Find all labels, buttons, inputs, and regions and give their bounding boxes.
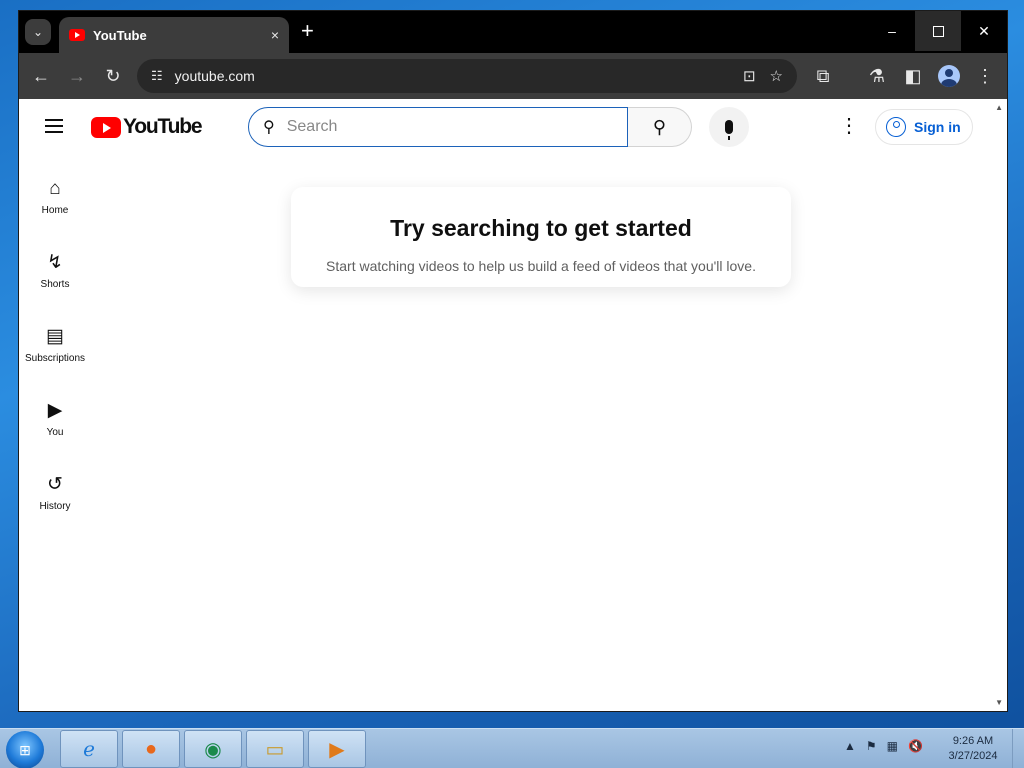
guide-item-home[interactable]: ⌂ Home [19,155,91,229]
url-text[interactable]: youtube.com [175,68,729,84]
scroll-up-arrow-icon[interactable]: ▲ [995,103,1003,112]
firefox-icon[interactable]: ● [122,730,180,768]
guide-label: Shorts [40,279,70,290]
profile-button[interactable] [937,64,961,88]
subscriptions-icon: ▤ [46,326,64,347]
media-player-icon[interactable]: ▶ [308,730,366,768]
file-explorer-icon[interactable]: ▭ [246,730,304,768]
youtube-favicon-icon [69,29,85,41]
labs-flask-icon[interactable]: ⚗ [865,64,889,88]
search-button[interactable]: ⚲ [628,107,692,147]
voice-search-button[interactable] [709,107,749,147]
clock-date: 3/27/2024 [948,750,998,762]
youtube-play-icon [91,116,121,138]
guide-label: You [46,427,64,438]
profile-avatar-icon [938,65,960,87]
start-button[interactable]: ⊞ [6,731,44,768]
scroll-down-arrow-icon[interactable]: ▼ [995,698,1003,707]
show-hidden-icons-icon[interactable]: ▲ [844,739,856,753]
system-tray: ▲ ⚑ ▦ 🔇 [844,739,923,753]
account-icon [886,117,906,137]
masthead: YouTube ⚲ ⚲ ⋮ Sign in [19,99,1007,155]
browser-window: ⌄ YouTube × + – ✕ ← → ↻ ☷ youtube.com ⊡ … [18,10,1008,712]
shorts-icon: ↯ [47,252,63,273]
sign-in-button[interactable]: Sign in [875,109,973,145]
forward-button[interactable]: → [65,64,89,88]
site-info-icon[interactable]: ☷ [151,68,163,84]
guide-item-shorts[interactable]: ↯ Shorts [19,229,91,303]
action-center-flag-icon[interactable]: ⚑ [866,739,877,753]
show-desktop-button[interactable] [1012,729,1024,768]
tab-close-icon[interactable]: × [271,27,279,43]
mini-guide: ⌂ Home ↯ Shorts ▤ Subscriptions ▶ You ↺ … [19,155,91,525]
windows-taskbar: ⊞ ℯ ● ◉ ▭ ▶ ▲ ⚑ ▦ 🔇 9:26 AM 3/27/2024 [0,728,1024,768]
maximize-icon [932,25,944,37]
guide-item-you[interactable]: ▶ You [19,377,91,451]
home-icon: ⌂ [49,178,61,199]
extensions-icon[interactable]: ⧉ [811,64,835,88]
address-bar[interactable]: ☷ youtube.com ⊡ ☆ [137,59,797,93]
browser-menu-icon[interactable]: ⋮ [973,64,997,88]
close-window-button[interactable]: ✕ [961,11,1007,51]
search-icon: ⚲ [263,119,275,136]
empty-feed-card: Try searching to get started Start watch… [291,187,791,287]
minimize-button[interactable]: – [869,11,915,51]
chrome-icon[interactable]: ◉ [184,730,242,768]
empty-feed-title: Try searching to get started [390,215,692,241]
tab-youtube[interactable]: YouTube × [59,17,289,53]
browser-toolbar: ← → ↻ ☷ youtube.com ⊡ ☆ ⧉ ⚗ ◧ ⋮ [19,53,1007,99]
youtube-logo-text: YouTube [123,115,203,138]
search-input[interactable] [286,118,597,136]
guide-label: Subscriptions [24,353,86,364]
guide-item-subscriptions[interactable]: ▤ Subscriptions [19,303,91,377]
guide-label: Home [41,205,69,216]
reload-button[interactable]: ↻ [101,64,125,88]
back-button[interactable]: ← [29,64,53,88]
install-app-icon[interactable]: ⊡ [743,67,756,85]
settings-more-icon[interactable]: ⋮ [839,116,859,136]
internet-explorer-icon[interactable]: ℯ [60,730,118,768]
bookmark-star-icon[interactable]: ☆ [770,67,783,85]
clock-time: 9:26 AM [952,735,994,747]
youtube-page: YouTube ⚲ ⚲ ⋮ Sign in ⌂ Home ↯ [19,99,1007,711]
side-panel-icon[interactable]: ◧ [901,64,925,88]
guide-label: History [39,501,71,512]
sign-in-label: Sign in [914,119,961,135]
microphone-icon [725,120,733,140]
maximize-button[interactable] [915,11,961,51]
search-bar: ⚲ ⚲ [248,107,692,147]
new-tab-button[interactable]: + [301,20,314,42]
tab-title: YouTube [93,27,147,43]
tab-strip: ⌄ YouTube × + – ✕ [19,11,1007,53]
youtube-logo[interactable]: YouTube [91,115,203,139]
history-icon: ↺ [47,474,63,495]
you-icon: ▶ [47,400,63,421]
network-icon[interactable]: ▦ [887,739,898,753]
taskbar-clock[interactable]: 9:26 AM 3/27/2024 [940,734,1006,764]
guide-item-history[interactable]: ↺ History [19,451,91,525]
tab-search-button[interactable]: ⌄ [25,19,51,45]
guide-menu-icon[interactable] [45,119,63,133]
volume-muted-icon[interactable]: 🔇 [908,739,923,753]
empty-feed-subtitle: Start watching videos to help us build a… [326,258,756,274]
search-box[interactable]: ⚲ [248,107,628,147]
